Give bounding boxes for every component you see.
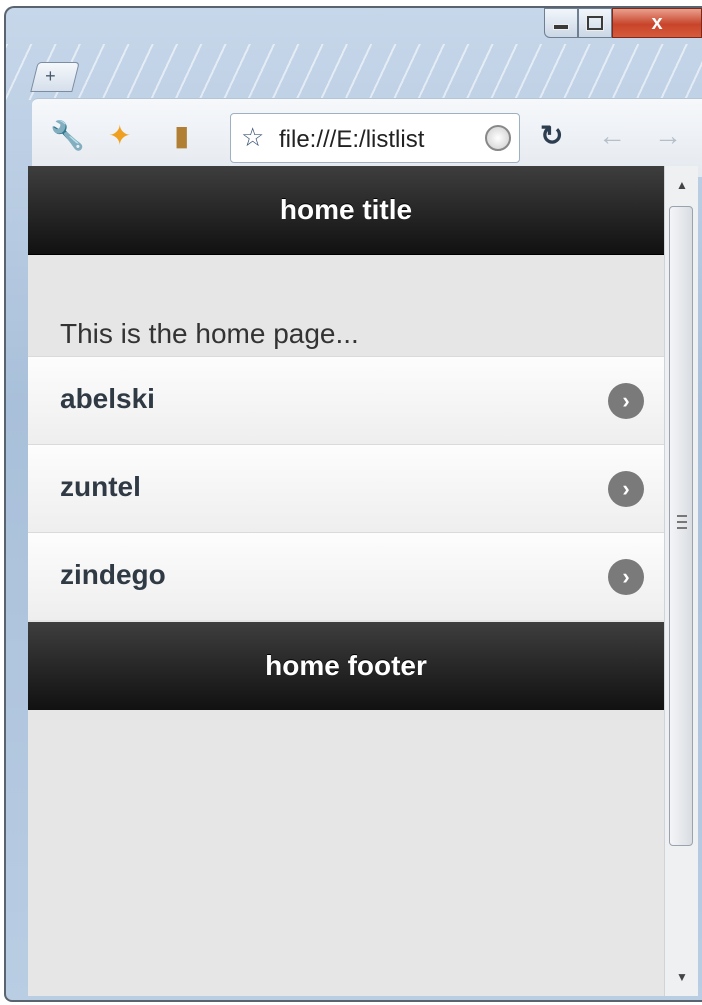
list-item-label: abelski (60, 383, 155, 414)
reload-icon[interactable]: ↻ (540, 119, 563, 153)
new-tab-button[interactable]: + (30, 62, 80, 92)
plus-icon: + (45, 66, 56, 86)
tab-strip: + (6, 44, 702, 100)
clipboard-icon[interactable]: ▮ (174, 119, 189, 153)
address-bar[interactable]: ☆ file:///E:/listlist (230, 113, 520, 163)
footer-title: home footer (265, 650, 427, 681)
header-title: home title (279, 194, 413, 225)
close-icon: x (651, 11, 663, 34)
close-button[interactable]: x (612, 8, 702, 38)
chevron-right-icon: › (608, 559, 644, 595)
star-extension-icon[interactable]: ✦ (108, 119, 131, 153)
maximize-button[interactable] (578, 8, 612, 38)
address-url[interactable]: file:///E:/listlist (279, 126, 475, 154)
window-caption-buttons: x (544, 8, 702, 42)
list-item[interactable]: zuntel › (28, 444, 664, 532)
list-item[interactable]: abelski › (28, 356, 664, 444)
minimize-button[interactable] (544, 8, 578, 38)
scroll-up-icon[interactable]: ▲ (665, 168, 699, 202)
globe-icon (485, 125, 511, 151)
list-view: abelski › zuntel › zindego › (28, 356, 664, 620)
scroll-down-icon[interactable]: ▼ (665, 960, 699, 994)
chevron-right-icon: › (608, 471, 644, 507)
scrollbar-thumb[interactable] (669, 206, 693, 846)
maximize-icon (579, 9, 611, 37)
bookmark-star-icon[interactable]: ☆ (241, 122, 264, 153)
list-item-label: zuntel (60, 471, 141, 502)
list-item[interactable]: zindego › (28, 532, 664, 620)
forward-arrow-icon[interactable]: → (654, 119, 682, 153)
grip-icon (677, 515, 687, 529)
back-arrow-icon[interactable]: ← (598, 119, 626, 153)
chevron-right-icon: › (608, 383, 644, 419)
wrench-icon[interactable]: 🔧 (50, 119, 85, 153)
home-page-text: This is the home page... (60, 318, 359, 349)
vertical-scrollbar[interactable]: ▲ ▼ (664, 166, 698, 996)
minimize-icon (545, 9, 577, 37)
list-item-label: zindego (60, 559, 166, 590)
page-footer: home footer (28, 622, 664, 710)
page-header: home title (28, 166, 664, 255)
page-viewport: home title This is the home page... abel… (28, 166, 664, 996)
